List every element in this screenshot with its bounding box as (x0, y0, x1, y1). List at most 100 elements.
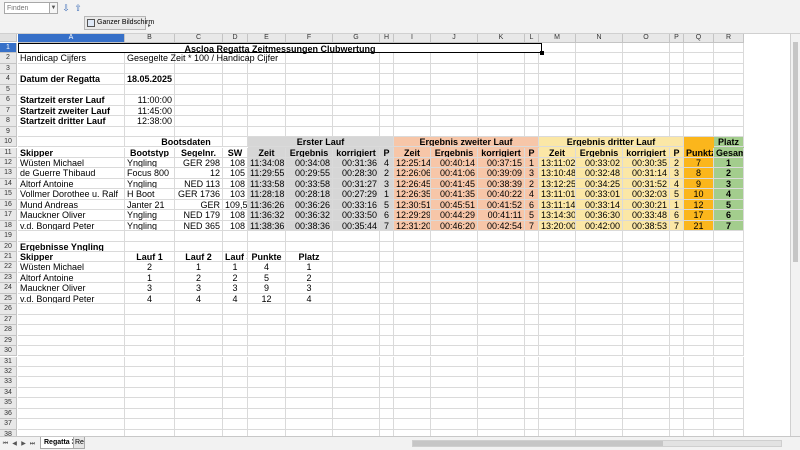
result-cell[interactable]: 00:40:14 (431, 157, 478, 169)
grid-cell[interactable] (714, 84, 744, 96)
yngling-column-header[interactable]: Skipper (18, 252, 125, 263)
yngling-skipper[interactable]: Wüsten Michael (18, 262, 125, 273)
grid-cell[interactable] (684, 116, 714, 127)
grid-cell[interactable] (333, 126, 380, 138)
grid-cell[interactable] (394, 116, 431, 127)
sheet-tab[interactable]: Re (73, 437, 85, 449)
result-cell[interactable]: 3 (380, 178, 394, 190)
yngling-cell[interactable]: 1 (286, 262, 333, 273)
grid-cell[interactable] (539, 293, 576, 305)
grid-cell[interactable] (125, 314, 175, 326)
grid-cell[interactable] (286, 126, 333, 138)
row-header[interactable]: 25 (0, 293, 17, 305)
grid-cell[interactable] (380, 346, 394, 357)
grid-cell[interactable] (525, 74, 539, 85)
grid-cell[interactable] (18, 325, 125, 336)
result-cell[interactable]: 12 (684, 199, 714, 211)
result-cell[interactable]: 11:29:55 (248, 168, 286, 179)
grid-cell[interactable] (714, 241, 744, 252)
find-dropdown-icon[interactable]: ▼ (50, 2, 58, 14)
result-cell[interactable]: 7 (684, 157, 714, 169)
grid-cell[interactable] (684, 408, 714, 420)
grid-cell[interactable] (576, 43, 623, 54)
grid-cell[interactable] (714, 63, 744, 75)
grid-cell[interactable] (248, 304, 286, 315)
result-cell[interactable]: 109,5 (223, 199, 248, 211)
grid-cell[interactable] (684, 377, 714, 388)
grid-cell[interactable] (431, 231, 478, 242)
result-cell[interactable]: 13:11:14 (539, 199, 576, 211)
grid-cell[interactable] (18, 377, 125, 388)
result-cell[interactable]: 00:37:15 (478, 157, 525, 169)
grid-cell[interactable] (714, 53, 744, 64)
yngling-cell[interactable]: 5 (248, 272, 286, 284)
result-cell[interactable]: Yngling (125, 210, 175, 221)
grid-cell[interactable] (333, 84, 380, 96)
grid-cell[interactable] (394, 346, 431, 357)
grid-cell[interactable] (223, 105, 248, 117)
column-header[interactable]: P (670, 34, 684, 43)
row-header[interactable]: 27 (0, 314, 17, 326)
grid-cell[interactable] (478, 116, 525, 127)
grid-cell[interactable] (394, 377, 431, 388)
grid-cell[interactable] (525, 252, 539, 263)
start-time-label[interactable]: Startzeit dritter Lauf (18, 116, 125, 127)
grid-cell[interactable] (623, 272, 670, 284)
grid-cell[interactable] (670, 116, 684, 127)
grid-cell[interactable] (380, 398, 394, 409)
grid-cell[interactable] (286, 105, 333, 117)
grid-cell[interactable] (576, 262, 623, 273)
yngling-column-header[interactable]: Punkte (248, 252, 286, 263)
last-sheet-icon[interactable]: ⏭ (29, 440, 36, 448)
grid-cell[interactable] (684, 325, 714, 336)
grid-cell[interactable] (623, 116, 670, 127)
row-header[interactable]: 1 (0, 43, 17, 54)
grid-cell[interactable] (670, 356, 684, 367)
grid-cell[interactable] (431, 63, 478, 75)
grid-cell[interactable] (576, 272, 623, 284)
grid-cell[interactable] (670, 231, 684, 242)
row-header[interactable]: 26 (0, 304, 17, 315)
grid-cell[interactable] (670, 304, 684, 315)
grid-cell[interactable] (623, 105, 670, 117)
grid-cell[interactable] (478, 262, 525, 273)
result-cell[interactable]: 00:42:00 (576, 220, 623, 232)
yngling-cell[interactable]: 3 (286, 283, 333, 294)
grid-cell[interactable] (714, 356, 744, 367)
row-header[interactable]: 8 (0, 116, 17, 127)
skipper-name[interactable]: Mund Andreas (18, 199, 125, 211)
result-cell[interactable]: 2 (714, 168, 744, 179)
grid-cell[interactable] (684, 314, 714, 326)
skipper-name[interactable]: Wüsten Michael (18, 157, 125, 169)
grid-cell[interactable] (431, 272, 478, 284)
grid-cell[interactable] (670, 408, 684, 420)
select-all-corner[interactable] (0, 34, 17, 42)
grid-cell[interactable] (539, 346, 576, 357)
grid-cell[interactable] (333, 366, 380, 378)
grid-cell[interactable] (223, 314, 248, 326)
grid-cell[interactable] (478, 105, 525, 117)
start-time-value[interactable]: 11:45:00 (125, 105, 175, 117)
yngling-skipper[interactable]: Mauckner Oliver (18, 283, 125, 294)
grid-cell[interactable] (175, 346, 223, 357)
result-cell[interactable]: 11:28:18 (248, 189, 286, 200)
grid-cell[interactable] (175, 325, 223, 336)
grid-cell[interactable] (525, 325, 539, 336)
grid-cell[interactable] (670, 252, 684, 263)
yngling-column-header[interactable]: Lauf 1 (125, 252, 175, 263)
grid-cell[interactable] (431, 346, 478, 357)
grid-cell[interactable] (539, 252, 576, 263)
grid-cell[interactable] (539, 283, 576, 294)
grid-cell[interactable] (333, 105, 380, 117)
grid-cell[interactable] (380, 387, 394, 399)
grid-cell[interactable] (525, 314, 539, 326)
column-header[interactable]: Q (684, 34, 714, 43)
result-cell[interactable]: 00:41:45 (431, 178, 478, 190)
grid-cell[interactable] (248, 126, 286, 138)
grid-cell[interactable] (125, 231, 175, 242)
result-cell[interactable]: 21 (684, 220, 714, 232)
grid-cell[interactable] (623, 398, 670, 409)
grid-cell[interactable] (286, 377, 333, 388)
row-header[interactable]: 3 (0, 63, 17, 75)
grid-cell[interactable] (478, 53, 525, 64)
